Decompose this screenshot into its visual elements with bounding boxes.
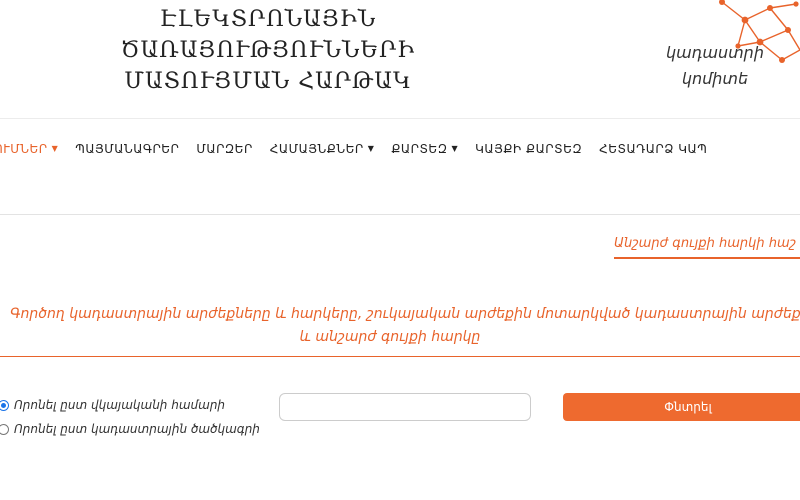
info-heading-line1: Գործող կադաստրային արժեքները և հարկերը, … [10,306,800,322]
nav-item-feedback[interactable]: ՀԵՏԱԴԱՐՁ ԿԱՊ [599,142,707,156]
chevron-down-icon: ▼ [51,144,59,153]
nav-item-map[interactable]: ՔԱՐՏԵԶ ▼ [391,142,458,156]
info-heading: Գործող կադաստրային արժեքները և հարկերը, … [0,303,800,349]
nav-item-label: ՄԱՐԶԵՐ [196,142,253,156]
main-nav: ՈՒՄՆԵՐ▼ ՊԱՅՄԱՆԱԳՐԵՐ ՄԱՐԶԵՐ ՀԱՄԱՅՆՔՆԵՐ▼ Ք… [0,118,800,215]
search-by-cadastral-code-option[interactable]: Որոնել ըստ կադաստրային ծածկագրի [0,422,260,436]
radio-label: Որոնել ըստ վկայականի համարի [14,398,226,412]
nav-item-label: ՀԱՄԱՅՆՔՆԵՐ [269,142,364,156]
section-divider [0,356,800,357]
site-title: ԷԼԵԿՏՐՈՆԱՅԻՆ ԾԱՌԱՅՈՒԹՅՈՒՆՆԵՐԻ ՄԱՏՈՒՅՄԱՆ … [18,4,518,97]
search-input[interactable] [279,393,531,421]
logo-text-line1: կադաստրի [666,43,764,62]
nav-item-label: ՈՒՄՆԵՐ [0,142,48,156]
site-title-line2: ՄԱՏՈՒՅՄԱՆ ՀԱՐԹԱԿ [124,69,412,94]
radio-label: Որոնել ըստ կադաստրային ծածկագրի [14,422,260,436]
nav-item-label: ՀԵՏԱԴԱՐՁ ԿԱՊ [599,142,708,156]
radio-button[interactable] [0,423,9,435]
nav-item-services[interactable]: ՈՒՄՆԵՐ▼ [0,142,58,156]
site-title-line1: ԷԼԵԿՏՐՈՆԱՅԻՆ ԾԱՌԱՅՈՒԹՅՈՒՆՆԵՐԻ [120,7,416,63]
info-heading-line2: և անշարժ գույքի հարկը [299,329,481,345]
site-header: ԷԼԵԿՏՐՈՆԱՅԻՆ ԾԱՌԱՅՈՒԹՅՈՒՆՆԵՐԻ ՄԱՏՈՒՅՄԱՆ … [0,0,800,118]
nav-item-label: ՔԱՐՏԵԶ [391,142,448,156]
search-button[interactable]: Փնտրել [563,393,800,421]
nav-item-label: ԿԱՅՔԻ ՔԱՐՏԵԶ [475,142,583,156]
radio-button-selected[interactable] [0,399,9,411]
nav-item-contracts[interactable]: ՊԱՅՄԱՆԱԳՐԵՐ [75,142,179,156]
nav-item-communities[interactable]: ՀԱՄԱՅՆՔՆԵՐ ▼ [270,142,375,156]
property-tax-map-link[interactable]: Անշարժ գույքի հարկի հաշ [614,236,796,251]
nav-item-site-map[interactable]: ԿԱՅՔԻ ՔԱՐՏԵԶ [475,142,582,156]
nav-item-regions[interactable]: ՄԱՐԶԵՐ [196,142,252,156]
logo-text: կադաստրի կոմիտե [655,40,775,92]
nav-item-label: ՊԱՅՄԱՆԱԳՐԵՐ [75,142,180,156]
logo-text-line2: կոմիտե [681,69,749,88]
chevron-down-icon: ▼ [367,144,375,153]
map-link-underline [614,257,800,259]
search-by-certificate-option[interactable]: Որոնել ըստ վկայականի համարի [0,398,225,412]
chevron-down-icon: ▼ [451,144,459,153]
